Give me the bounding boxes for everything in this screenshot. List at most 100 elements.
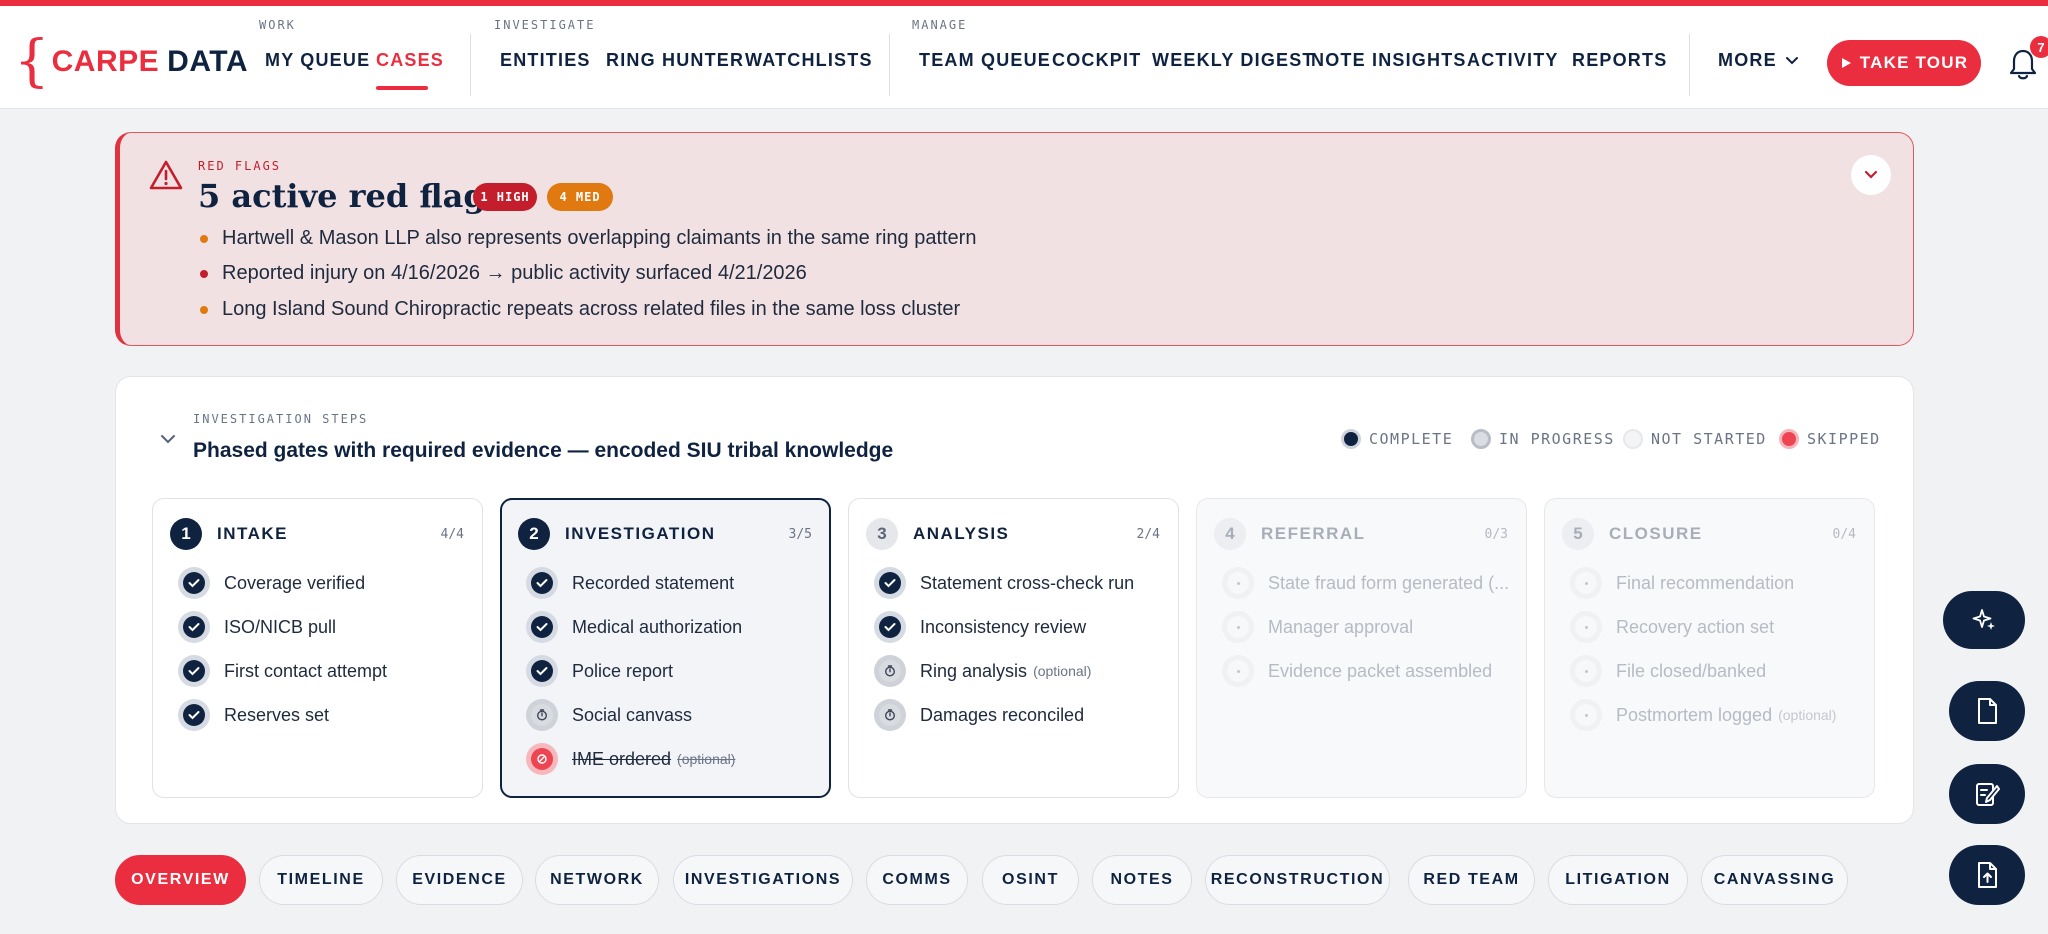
tab-notes[interactable]: NOTES — [1092, 855, 1192, 905]
phase-card-investigation[interactable]: 2 INVESTIGATION 3/5 Recorded statement M… — [500, 498, 831, 798]
tab-litigation[interactable]: LITIGATION — [1548, 855, 1688, 905]
task-item[interactable]: Recovery action set — [1570, 611, 1774, 643]
task-item[interactable]: Recorded statement — [526, 567, 734, 599]
medium-severity-badge: 4 MED — [547, 183, 613, 211]
legend-skipped-swatch — [1779, 429, 1799, 449]
legend-not-started-swatch — [1623, 429, 1643, 449]
phase-card-closure[interactable]: 5 CLOSURE 0/4 Final recommendation Recov… — [1544, 498, 1875, 798]
task-label: Statement cross-check run — [920, 572, 1135, 593]
task-label: Final recommendation — [1616, 572, 1795, 593]
tab-osint[interactable]: OSINT — [982, 855, 1079, 905]
upload-file-button[interactable] — [1949, 845, 2025, 905]
task-item[interactable]: Reserves set — [178, 699, 329, 731]
severity-dot — [200, 269, 208, 278]
nav-link-team-queue[interactable]: TEAM QUEUE — [919, 50, 1051, 71]
nav-link-my-queue[interactable]: MY QUEUE — [265, 50, 370, 71]
task-item[interactable]: File closed/banked — [1570, 655, 1766, 687]
task-item[interactable]: First contact attempt — [178, 655, 387, 687]
nav-link-ring-hunter[interactable]: RING HUNTER — [606, 50, 744, 71]
task-item[interactable]: Medical authorization — [526, 611, 742, 643]
nav-group-investigate-label: INVESTIGATE — [494, 18, 596, 32]
legend-complete-label: COMPLETE — [1369, 430, 1454, 448]
phase-card-referral[interactable]: 4 REFERRAL 0/3 State fraud form generate… — [1196, 498, 1527, 798]
phase-progress-count: 0/4 — [1832, 527, 1856, 542]
task-label: First contact attempt — [224, 660, 388, 681]
phase-card-analysis[interactable]: 3 ANALYSIS 2/4 Statement cross-check run… — [848, 498, 1179, 798]
task-item[interactable]: Damages reconciled — [874, 699, 1084, 731]
task-item[interactable]: Manager approval — [1222, 611, 1413, 643]
phase-name: INVESTIGATION — [565, 524, 716, 543]
task-item[interactable]: IME ordered (optional) — [526, 743, 735, 775]
optional-tag: (optional) — [1033, 663, 1092, 679]
notes-button[interactable] — [1949, 764, 2025, 824]
phase-name: CLOSURE — [1609, 524, 1703, 543]
task-item[interactable]: Evidence packet assembled — [1222, 655, 1492, 687]
phase-number: 5 — [1562, 518, 1594, 550]
top-navigation: { CARPE DATA WORK INVESTIGATE MANAGE MY … — [0, 6, 2048, 109]
tab-overview[interactable]: OVERVIEW — [115, 855, 246, 905]
nav-link-note-insights[interactable]: NOTE INSIGHTS — [1311, 50, 1467, 71]
document-icon — [1978, 698, 1997, 724]
phase-progress-count: 0/3 — [1484, 527, 1508, 542]
tab-canvassing[interactable]: CANVASSING — [1701, 855, 1848, 905]
nav-link-entities[interactable]: ENTITIES — [500, 50, 591, 71]
phase-progress-count: 2/4 — [1136, 527, 1160, 542]
nav-link-activity[interactable]: ACTIVITY — [1467, 50, 1559, 71]
more-label: MORE — [1718, 50, 1777, 70]
task-item[interactable]: Statement cross-check run — [874, 567, 1134, 599]
nav-link-weekly-digest[interactable]: WEEKLY DIGEST — [1152, 50, 1315, 71]
legend-skipped: SKIPPED — [1779, 429, 1881, 449]
timer-icon — [874, 655, 906, 687]
optional-tag: (optional) — [1778, 707, 1837, 723]
task-label: Recorded statement — [572, 572, 735, 593]
tab-investigations[interactable]: INVESTIGATIONS — [673, 855, 853, 905]
take-tour-button[interactable]: TAKE TOUR — [1827, 40, 1981, 86]
task-item[interactable]: Final recommendation — [1570, 567, 1794, 599]
nav-link-reports[interactable]: REPORTS — [1572, 50, 1667, 71]
red-flag-text: Hartwell & Mason LLP also represents ove… — [222, 227, 977, 249]
check-circle-icon — [178, 655, 210, 687]
file-upload-icon — [1978, 862, 1997, 888]
nav-divider — [1689, 34, 1690, 96]
check-circle-icon — [526, 567, 558, 599]
task-item[interactable]: Social canvass — [526, 699, 692, 731]
task-label: Police report — [572, 660, 674, 681]
tab-timeline[interactable]: TIMELINE — [259, 855, 383, 905]
task-item[interactable]: Police report — [526, 655, 673, 687]
play-icon — [1841, 58, 1851, 68]
task-label: Evidence packet assembled — [1268, 660, 1493, 681]
chevron-down-icon[interactable] — [156, 427, 180, 451]
carpe-data-logo[interactable]: { CARPE DATA — [14, 32, 248, 92]
task-label: Social canvass — [572, 704, 693, 725]
task-label: Recovery action set — [1616, 616, 1775, 637]
more-menu-button[interactable]: MORE — [1718, 50, 1799, 71]
tab-reconstruction[interactable]: RECONSTRUCTION — [1205, 855, 1390, 905]
task-item[interactable]: Coverage verified — [178, 567, 365, 599]
tab-red-team[interactable]: RED TEAM — [1408, 855, 1535, 905]
nav-link-watchlists[interactable]: WATCHLISTS — [745, 50, 873, 71]
check-circle-icon — [874, 611, 906, 643]
nav-divider — [470, 34, 471, 96]
task-item[interactable]: Postmortem logged (optional) — [1570, 699, 1836, 731]
tab-evidence[interactable]: EVIDENCE — [396, 855, 523, 905]
task-item[interactable]: ISO/NICB pull — [178, 611, 336, 643]
nav-link-cockpit[interactable]: COCKPIT — [1052, 50, 1141, 71]
documents-button[interactable] — [1949, 681, 2025, 741]
ai-assist-button[interactable] — [1943, 591, 2025, 649]
phase-number: 2 — [518, 518, 550, 550]
red-flags-collapse-button[interactable] — [1851, 155, 1891, 195]
task-item[interactable]: Ring analysis (optional) — [874, 655, 1091, 687]
task-label: Reserves set — [224, 704, 330, 725]
task-label: Inconsistency review — [920, 616, 1087, 637]
task-item[interactable]: Inconsistency review — [874, 611, 1086, 643]
task-item[interactable]: State fraud form generated (... — [1222, 567, 1509, 599]
phase-name: INTAKE — [217, 524, 289, 543]
warning-triangle-icon — [149, 160, 183, 190]
nav-link-cases[interactable]: CASES — [376, 50, 444, 71]
phase-card-intake[interactable]: 1 INTAKE 4/4 Coverage verified ISO/NICB … — [152, 498, 483, 798]
phase-name: REFERRAL — [1261, 524, 1366, 543]
tab-comms[interactable]: COMMS — [866, 855, 968, 905]
legend-complete-swatch — [1341, 429, 1361, 449]
tab-network[interactable]: NETWORK — [535, 855, 659, 905]
red-flag-text: Reported injury on 4/16/2026 → public ac… — [222, 262, 807, 284]
